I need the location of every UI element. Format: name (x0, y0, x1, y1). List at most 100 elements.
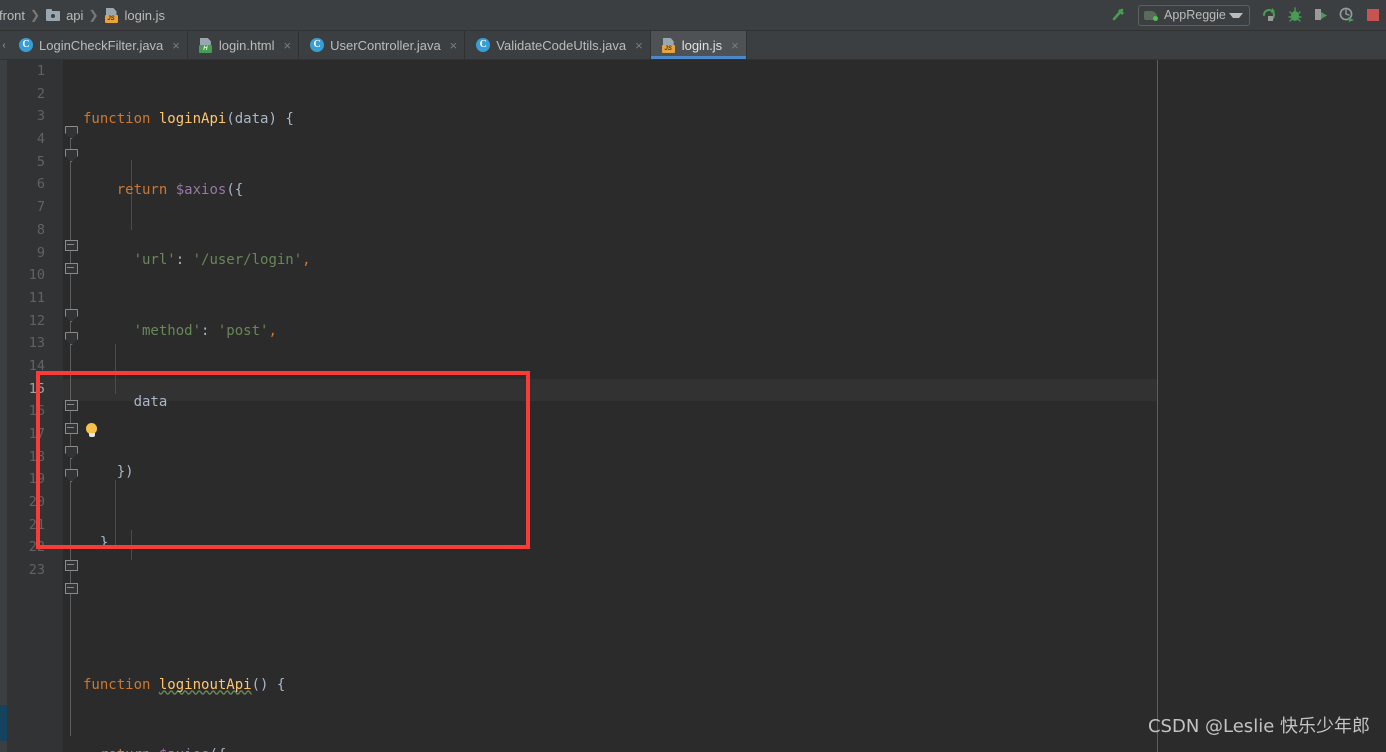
breadcrumb-label: login.js (124, 7, 165, 23)
stop-icon (1367, 9, 1379, 21)
code-line: } (83, 535, 109, 552)
folder-icon (45, 7, 61, 23)
html-file-icon: H (198, 37, 214, 53)
breadcrumb-label: api (66, 7, 84, 23)
line-number: 18 (28, 448, 45, 465)
fold-marker[interactable] (65, 583, 78, 594)
tab-login-check-filter-java[interactable]: LoginCheckFilter.java × (8, 31, 188, 59)
breadcrumb-item-front[interactable]: front (0, 8, 28, 23)
code-line: function loginoutApi() { (83, 676, 286, 693)
close-icon[interactable]: × (731, 39, 739, 52)
code-line: 'method': 'post', (133, 323, 277, 340)
fold-marker[interactable] (65, 446, 78, 459)
run-with-coverage-icon (1315, 9, 1327, 20)
breadcrumb-separator: ❯ (88, 8, 99, 22)
tab-user-controller-java[interactable]: UserController.java × (299, 31, 466, 59)
line-number: 10 (28, 267, 45, 284)
chevron-down-icon (1229, 12, 1243, 18)
tab-label: LoginCheckFilter.java (39, 37, 164, 53)
line-number: 23 (28, 562, 45, 579)
line-number: 7 (36, 199, 45, 216)
profiler-icon (1339, 7, 1354, 22)
breadcrumb-item-api[interactable]: api (42, 7, 86, 23)
run-configuration-selector[interactable]: AppReggie (1138, 4, 1250, 26)
line-number-current: 15 (28, 380, 45, 397)
breadcrumb-label: front (0, 7, 26, 23)
fold-marker[interactable] (65, 423, 78, 434)
close-icon[interactable]: × (284, 39, 292, 52)
code-editor[interactable]: 1 2 3 4 5 6 7 8 9 10 11 12 13 14 15 16 1… (0, 60, 1386, 752)
code-line: }) (83, 464, 134, 481)
tab-label: login.js (681, 37, 723, 53)
js-file-icon: JS (104, 7, 120, 23)
line-number: 12 (28, 312, 45, 329)
tab-validate-code-utils-java[interactable]: ValidateCodeUtils.java × (465, 31, 651, 59)
breadcrumb-separator: ❯ (30, 8, 41, 22)
editor-right-area (1158, 60, 1386, 752)
line-number: 14 (28, 357, 45, 374)
fold-marker[interactable] (65, 309, 78, 322)
ide-window: front ❯ api ❯ JS login.js AppReggie ‹ C … (0, 0, 1386, 752)
fold-region-line (70, 136, 71, 736)
java-class-icon (18, 37, 34, 53)
source-code[interactable]: function loginApi(data) { return $axios(… (83, 60, 319, 752)
spring-boot-icon (1143, 7, 1159, 23)
code-line: function loginApi(data) { (83, 111, 294, 127)
line-number: 17 (28, 426, 45, 442)
breadcrumb: front ❯ api ❯ JS login.js (0, 0, 168, 31)
debug-icon (1288, 7, 1302, 22)
watermark: CSDN @Leslie 快乐少年郎 (1147, 716, 1370, 737)
fold-marker[interactable] (65, 149, 78, 162)
hammer-icon (1112, 8, 1124, 21)
breadcrumb-item-login-js[interactable]: JS login.js (101, 7, 168, 23)
run-toolbar: AppReggie (1106, 0, 1386, 31)
close-icon[interactable]: × (450, 39, 458, 52)
build-hammer-button[interactable] (1106, 2, 1132, 28)
line-number: 4 (36, 131, 45, 148)
code-folding-column[interactable] (63, 60, 83, 752)
fold-marker[interactable] (65, 469, 78, 482)
fold-marker[interactable] (65, 400, 78, 411)
code-line: data (133, 393, 168, 410)
close-icon[interactable]: × (635, 39, 643, 52)
tab-login-html[interactable]: H login.html × (188, 31, 300, 59)
line-number: 6 (36, 176, 45, 193)
run-with-coverage-button[interactable] (1308, 2, 1334, 28)
stripe-marker (0, 705, 7, 741)
line-number: 19 (28, 471, 45, 488)
profiler-button[interactable] (1334, 2, 1360, 28)
line-number: 11 (28, 289, 45, 306)
fold-marker[interactable] (65, 263, 78, 274)
tab-login-js[interactable]: JS login.js × (650, 31, 747, 59)
fold-marker[interactable] (65, 240, 78, 251)
line-numbers: 1 2 3 4 5 6 7 8 9 10 11 12 13 14 15 16 1… (0, 60, 45, 582)
run-configuration-label: AppReggie (1164, 8, 1226, 22)
close-icon[interactable]: × (172, 39, 180, 52)
code-line: return $axios({ (116, 181, 244, 198)
java-class-icon (309, 37, 325, 53)
code-line: 'url': '/user/login', (133, 252, 311, 269)
line-number: 3 (36, 108, 45, 125)
tab-label: UserController.java (330, 37, 441, 53)
tab-label: ValidateCodeUtils.java (496, 37, 627, 53)
editor-tabs: ‹ LoginCheckFilter.java × H login.html ×… (0, 31, 1386, 60)
run-button[interactable] (1256, 2, 1282, 28)
fold-marker[interactable] (65, 126, 78, 139)
debug-button[interactable] (1282, 2, 1308, 28)
code-line: return $axios({ (83, 744, 319, 752)
stop-button[interactable] (1360, 2, 1386, 28)
tab-label: login.html (218, 37, 275, 53)
tabs-scroll-left-icon[interactable]: ‹ (0, 31, 8, 59)
line-number: 13 (28, 335, 45, 352)
line-number: 9 (36, 244, 45, 261)
line-number: 20 (28, 494, 45, 511)
line-number: 22 (28, 539, 45, 556)
fold-marker[interactable] (65, 332, 78, 345)
fold-marker[interactable] (65, 560, 78, 571)
line-number: 2 (36, 85, 45, 102)
line-number: 8 (36, 221, 45, 238)
line-number: 5 (36, 153, 45, 170)
line-number: 16 (28, 403, 45, 420)
js-file-icon: JS (661, 37, 677, 53)
java-class-icon (475, 37, 491, 53)
